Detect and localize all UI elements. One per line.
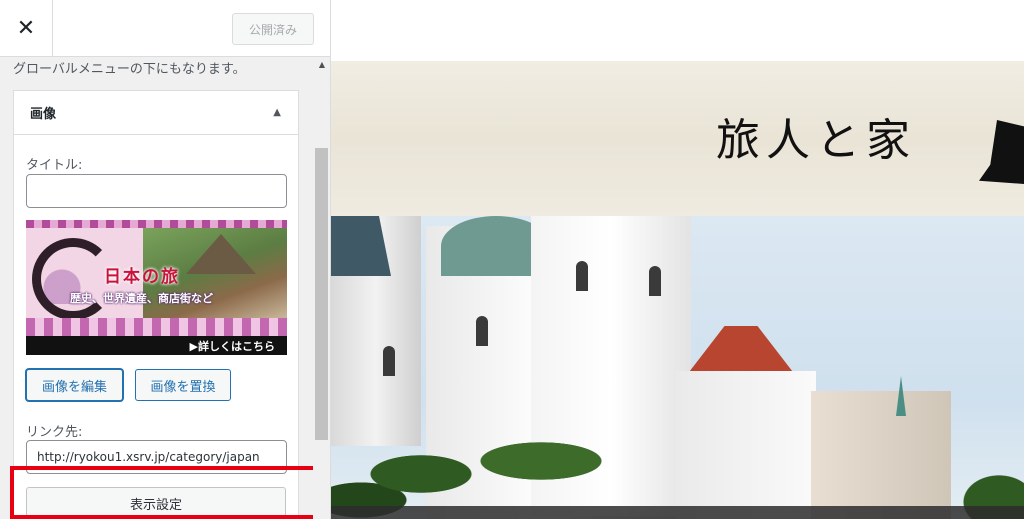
banner-link-text: ▶詳しくはこちら: [189, 340, 275, 353]
header-photo: [331, 216, 1024, 519]
photo-bottom-bar: [331, 506, 1024, 519]
customizer-header: ✕ 公開済み: [0, 0, 330, 57]
close-icon[interactable]: ✕: [0, 0, 53, 57]
publish-button[interactable]: 公開済み: [232, 13, 314, 45]
photo-window: [576, 261, 588, 291]
scroll-up-icon[interactable]: ▲: [313, 57, 330, 71]
triangle-up-icon[interactable]: ▲: [273, 107, 281, 118]
traveler-silhouette-icon: [979, 120, 1024, 184]
title-input[interactable]: [26, 174, 287, 208]
photo-trees: [331, 396, 631, 519]
site-header: 旅人と家: [331, 61, 1024, 216]
link-field-label: リンク先:: [26, 425, 83, 440]
photo-right-wing: [676, 371, 816, 519]
banner-brush-circle: [32, 238, 114, 320]
customizer-panel: ✕ 公開済み グローバルメニューの下にもなります。 画像 ▲ タイトル: 日本の…: [0, 0, 331, 519]
banner-title: 日本の旅: [104, 267, 180, 287]
image-preview: 日本の旅 歴史、世界遺産、商店街など ▶詳しくはこちら: [26, 220, 287, 355]
banner-subtitle: 歴史、世界遺産、商店街など: [70, 292, 213, 305]
photo-town: [811, 391, 951, 519]
highlight-annotation: [10, 466, 328, 519]
banner-pattern-bottom: [26, 318, 287, 336]
site-preview: 旅人と家: [331, 0, 1024, 519]
site-title[interactable]: 旅人と家: [716, 104, 916, 168]
photo-window: [383, 346, 395, 376]
image-widget-title: 画像: [30, 107, 57, 122]
edit-image-button[interactable]: 画像を編集: [26, 369, 123, 401]
widget-description: グローバルメニューの下にもなります。: [13, 62, 246, 77]
photo-red-roof: [686, 326, 796, 376]
photo-window: [476, 316, 488, 346]
title-field-label: タイトル:: [26, 158, 83, 173]
image-widget-section: 画像 ▲ タイトル: 日本の旅 歴史、世界遺産、商店街など ▶詳しくはこちら 画…: [13, 90, 299, 519]
scrollbar-thumb[interactable]: [315, 148, 328, 440]
image-widget-header[interactable]: 画像 ▲: [14, 91, 298, 135]
replace-image-button[interactable]: 画像を置換: [135, 369, 231, 401]
banner-pattern-top: [26, 220, 287, 228]
photo-window: [649, 266, 661, 296]
